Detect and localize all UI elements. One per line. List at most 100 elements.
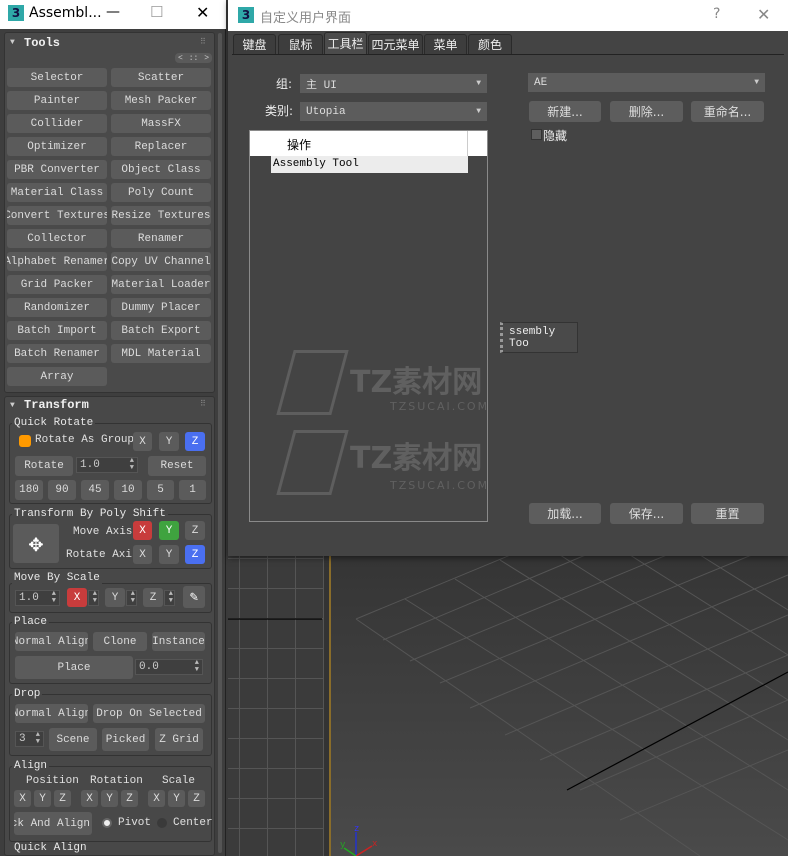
drop-scene-button[interactable]: Scene <box>49 728 97 751</box>
qr-axis-x[interactable]: X <box>133 432 152 451</box>
move-tool-button[interactable]: ✥ <box>13 524 59 563</box>
scale-axis-z[interactable]: Z <box>143 588 163 607</box>
align-rotation-x-button[interactable]: X <box>81 790 98 807</box>
place-normal-align-button[interactable]: Normal Align <box>15 632 88 651</box>
reset-button[interactable]: 重置 <box>691 503 764 524</box>
scale-z-spinner[interactable]: ▲ ▼ <box>164 590 175 606</box>
scale-y-spinner[interactable]: ▲ ▼ <box>126 590 137 606</box>
place-button[interactable]: Place <box>15 656 133 679</box>
tool-button-object-class[interactable]: Object Class <box>111 160 211 179</box>
tool-button-massfx[interactable]: MassFX <box>111 114 211 133</box>
tool-button-material-class[interactable]: Material Class <box>7 183 107 202</box>
align-rotation-z-button[interactable]: Z <box>121 790 138 807</box>
tool-button-alphabet-renamer[interactable]: Alphabet Renamer <box>7 252 107 271</box>
tool-button-array[interactable]: Array <box>7 367 107 386</box>
scale-axis-x[interactable]: X <box>67 588 87 607</box>
action-list-item[interactable]: Assembly Tool <box>271 156 468 173</box>
tool-button-batch-export[interactable]: Batch Export <box>111 321 211 340</box>
toolbar-dropdown[interactable]: AE ▼ <box>528 73 765 92</box>
left-titlebar[interactable]: 3 Assembl... — ☐ ✕ <box>0 0 226 29</box>
tool-button-scatter[interactable]: Scatter <box>111 68 211 87</box>
tool-button-copy-uv-channel[interactable]: Copy UV Channel <box>111 252 211 271</box>
align-position-x-button[interactable]: X <box>14 790 31 807</box>
action-column-header[interactable]: 操作 <box>287 136 311 153</box>
qr-axis-z[interactable]: Z <box>185 432 205 451</box>
spinner-arrows-icon[interactable]: ▲ ▼ <box>195 660 199 674</box>
pivot-radio[interactable] <box>102 818 112 828</box>
new-toolbar-button[interactable]: 新建... <box>529 101 601 122</box>
tool-button-mdl-material[interactable]: MDL Material <box>111 344 211 363</box>
tools-header[interactable]: Tools <box>24 36 60 50</box>
transform-header[interactable]: Transform <box>24 398 89 412</box>
tool-button-dummy-placer[interactable]: Dummy Placer <box>111 298 211 317</box>
scale-spinner[interactable]: 1.0 ▲ ▼ <box>15 590 60 606</box>
tab-menus[interactable]: 菜单 <box>424 34 467 54</box>
align-position-z-button[interactable]: Z <box>54 790 71 807</box>
tool-button-grid-packer[interactable]: Grid Packer <box>7 275 107 294</box>
scale-x-spinner[interactable]: ▲ ▼ <box>88 590 99 606</box>
angle-10-button[interactable]: 10 <box>114 480 142 500</box>
tab-keyboard[interactable]: 键盘 <box>233 34 276 54</box>
rotate-axis-y[interactable]: Y <box>159 545 179 564</box>
scale-axis-y[interactable]: Y <box>105 588 125 607</box>
tool-button-resize-textures[interactable]: Resize Textures <box>111 206 211 225</box>
align-scale-y-button[interactable]: Y <box>168 790 185 807</box>
rotate-button[interactable]: Rotate <box>15 456 73 476</box>
maximize-button[interactable]: ☐ <box>150 3 163 21</box>
reset-rotation-button[interactable]: Reset <box>148 456 206 476</box>
place-offset-spinner[interactable]: 0.0 ▲ ▼ <box>135 659 203 675</box>
tool-button-batch-import[interactable]: Batch Import <box>7 321 107 340</box>
action-list-header[interactable]: 操作 <box>250 131 487 156</box>
rename-toolbar-button[interactable]: 重命名... <box>691 101 764 122</box>
tool-button-pbr-converter[interactable]: PBR Converter <box>7 160 107 179</box>
drop-normal-align-button[interactable]: Normal Align <box>15 704 88 723</box>
center-radio[interactable] <box>157 818 167 828</box>
tool-button-renamer[interactable]: Renamer <box>111 229 211 248</box>
tool-button-replacer[interactable]: Replacer <box>111 137 211 156</box>
spinner-arrows-icon[interactable]: ▲ ▼ <box>36 732 40 746</box>
nav-grid-button[interactable]: :: <box>189 54 199 63</box>
tool-button-mesh-packer[interactable]: Mesh Packer <box>111 91 211 110</box>
tool-button-poly-count[interactable]: Poly Count <box>111 183 211 202</box>
delete-toolbar-button[interactable]: 删除... <box>610 101 683 122</box>
collapse-arrow-icon[interactable]: ▼ <box>10 38 15 47</box>
nav-prev-button[interactable]: < <box>178 54 183 63</box>
help-button[interactable]: ? <box>713 6 720 22</box>
load-button[interactable]: 加载... <box>529 503 601 524</box>
tool-button-collector[interactable]: Collector <box>7 229 107 248</box>
nav-next-button[interactable]: > <box>204 54 209 63</box>
align-position-y-button[interactable]: Y <box>34 790 51 807</box>
move-axis-y[interactable]: Y <box>159 521 179 540</box>
angle-90-button[interactable]: 90 <box>48 480 76 500</box>
instance-button[interactable]: Instance <box>152 632 205 651</box>
clone-button[interactable]: Clone <box>93 632 147 651</box>
hide-checkbox[interactable] <box>531 129 542 140</box>
toolbar-preview-drag-button[interactable]: ssembly Too <box>500 322 578 353</box>
tab-toolbars[interactable]: 工具栏 <box>324 32 367 54</box>
save-button[interactable]: 保存... <box>610 503 683 524</box>
panel-scrollbar[interactable] <box>218 33 222 853</box>
move-axis-x[interactable]: X <box>133 521 152 540</box>
tool-button-selector[interactable]: Selector <box>7 68 107 87</box>
tool-button-optimizer[interactable]: Optimizer <box>7 137 107 156</box>
minimize-button[interactable]: — <box>106 4 120 20</box>
drop-z-grid-button[interactable]: Z Grid <box>155 728 203 751</box>
group-dropdown[interactable]: 主 UI ▼ <box>300 74 487 93</box>
rotate-as-group-checkbox[interactable] <box>19 435 31 447</box>
action-list[interactable]: 操作 Assembly Tool <box>249 130 488 522</box>
grip-icon[interactable]: ⠿ <box>200 37 206 47</box>
tab-colors[interactable]: 颜色 <box>468 34 512 54</box>
spinner-arrows-icon[interactable]: ▲ ▼ <box>52 591 56 605</box>
rotate-angle-spinner[interactable]: 1.0 ▲ ▼ <box>76 457 138 473</box>
move-axis-z[interactable]: Z <box>185 521 205 540</box>
tool-button-painter[interactable]: Painter <box>7 91 107 110</box>
tab-quad-menus[interactable]: 四元菜单 <box>368 34 423 54</box>
tool-button-batch-renamer[interactable]: Batch Renamer <box>7 344 107 363</box>
drop-picked-button[interactable]: Picked <box>102 728 149 751</box>
collapse-arrow-icon[interactable]: ▼ <box>10 401 15 410</box>
tool-button-convert-textures[interactable]: Convert Textures <box>7 206 107 225</box>
align-scale-x-button[interactable]: X <box>148 790 165 807</box>
qr-axis-y[interactable]: Y <box>159 432 179 451</box>
tool-button-material-loader[interactable]: Material Loader <box>111 275 211 294</box>
dialog-titlebar[interactable]: 3 自定义用户界面 ? ✕ <box>228 0 788 31</box>
